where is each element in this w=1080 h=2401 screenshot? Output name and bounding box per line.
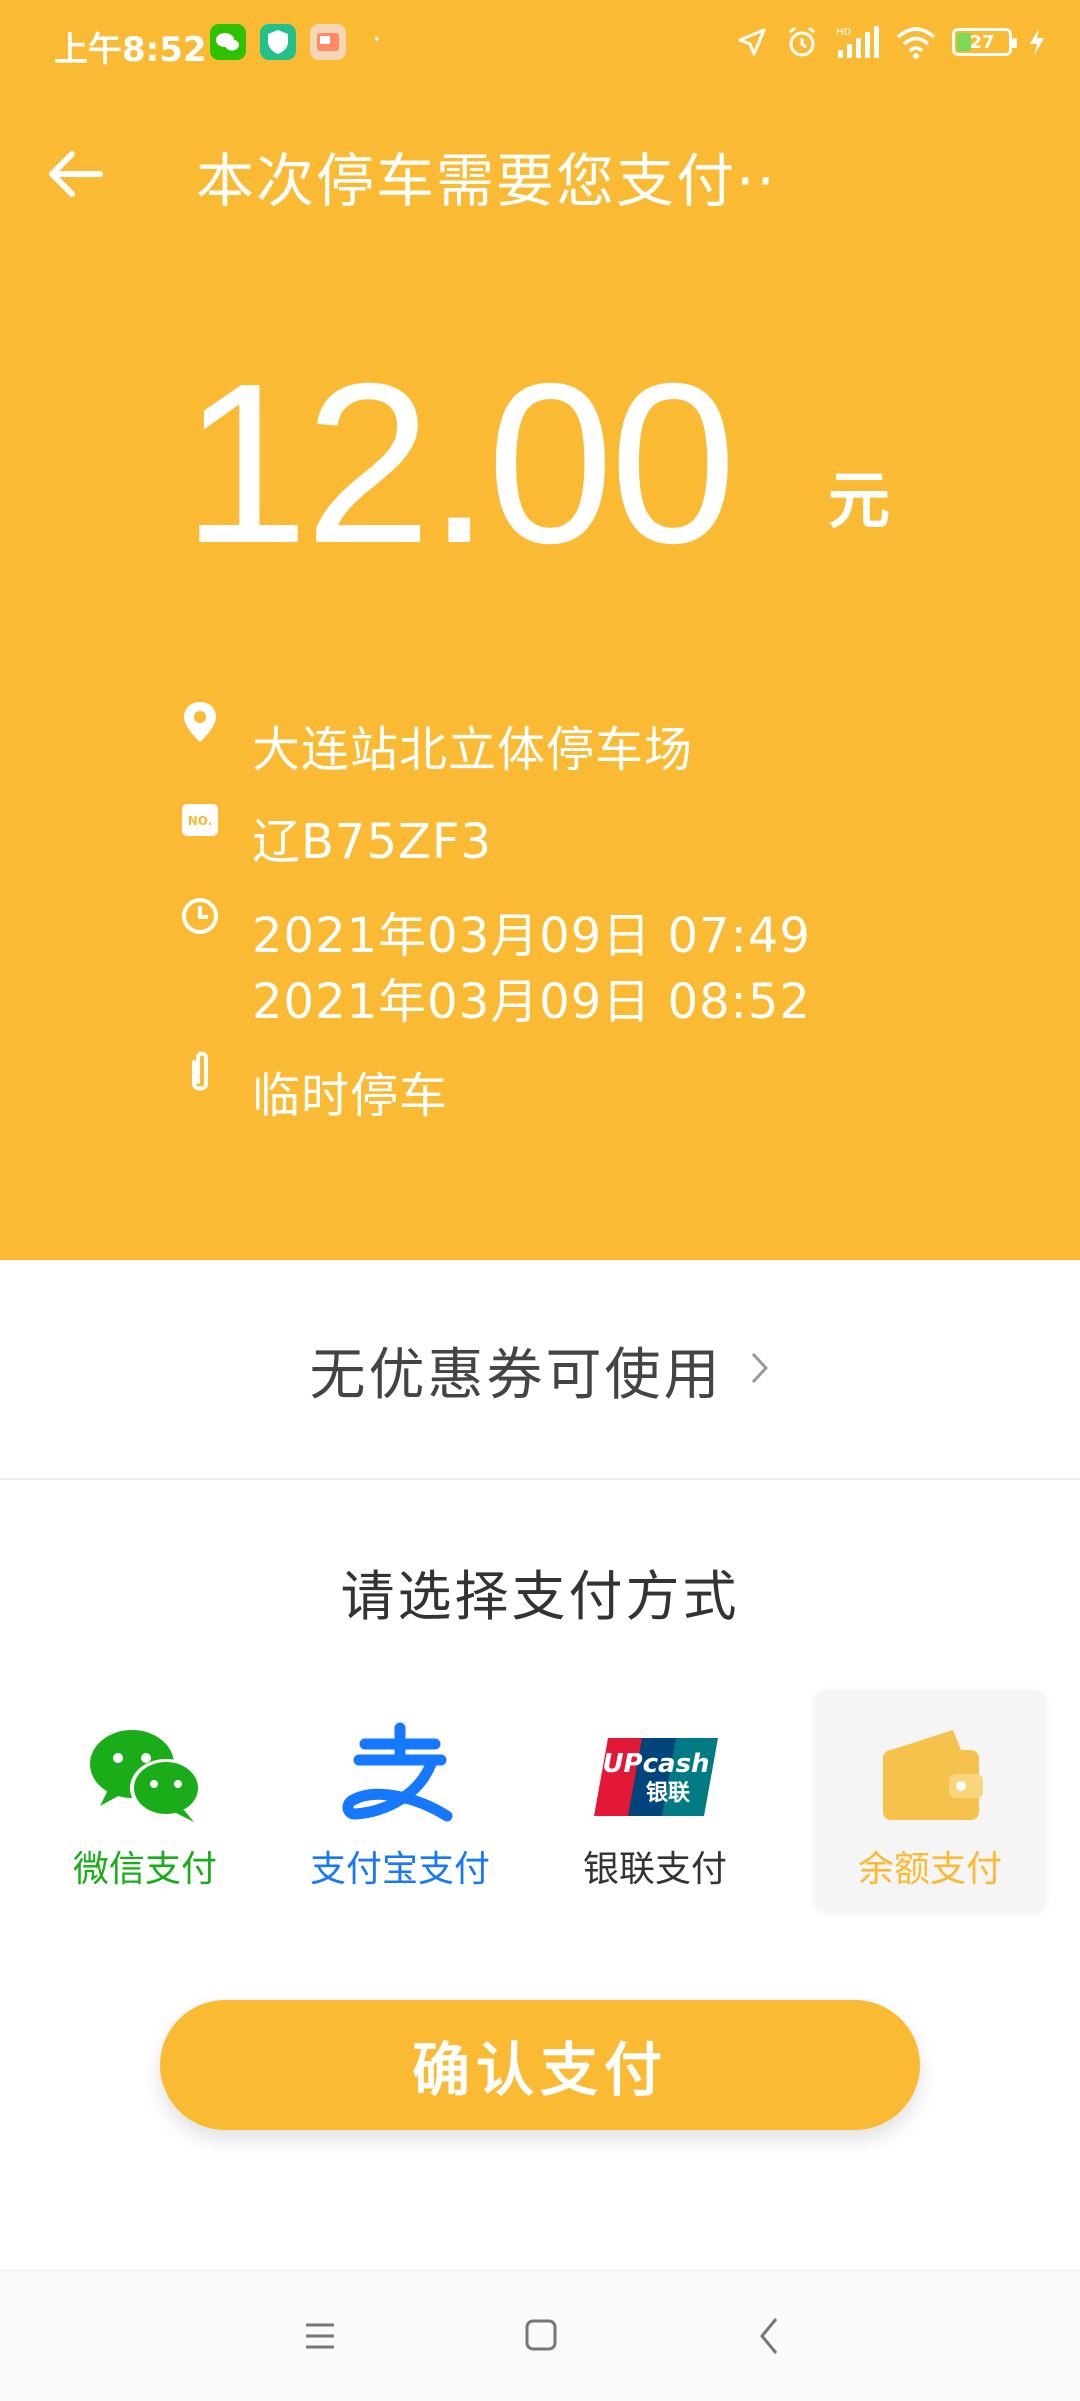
wallet-icon (883, 1730, 983, 1820)
back-arrow-icon (49, 151, 103, 197)
page-title: 本次停车需要您支付·· (196, 147, 777, 215)
balance-pay-label: 余额支付 (857, 1849, 1002, 1890)
alarm-icon (789, 26, 815, 57)
payment-amount: 12.00 (182, 337, 737, 591)
unionpay-icon: UPcash 银联 (594, 1738, 718, 1816)
status-time: 上午8:52 (54, 30, 207, 70)
wifi-icon (896, 27, 936, 59)
paperclip-icon (180, 1050, 220, 1094)
battery-level: 27 (969, 31, 995, 53)
status-overflow-dot: · (372, 22, 382, 57)
shield-notification-icon (260, 24, 296, 60)
license-plate: 辽B75ZF3 (252, 814, 493, 870)
back-button[interactable] (40, 138, 112, 210)
status-bar: 上午8:52 · HD 27 (0, 0, 1080, 90)
alipay-option[interactable]: 支付宝支付 (285, 1690, 515, 1910)
charging-icon (1030, 28, 1044, 56)
home-square-icon (525, 2319, 557, 2351)
unionpay-logo-text: UPcash (602, 1749, 709, 1779)
unionpay-label: 银联支付 (582, 1849, 727, 1890)
location-pin-icon (180, 700, 220, 744)
alipay-icon (342, 1722, 453, 1822)
plate-badge-label: NO. (188, 814, 213, 828)
parking-location: 大连站北立体停车场 (252, 722, 694, 778)
signal-icon: HD (836, 26, 879, 58)
balance-pay-option[interactable]: 余额支付 (815, 1690, 1045, 1910)
unionpay-option[interactable]: UPcash 银联 银联支付 (540, 1690, 770, 1910)
system-nav-bar (0, 2270, 1080, 2401)
divider (0, 1478, 1080, 1480)
entry-time: 2021年03月09日 07:49 (252, 908, 811, 964)
home-nav-button[interactable] (510, 2311, 570, 2361)
parking-type: 临时停车 (252, 1068, 449, 1124)
menu-icon (306, 2323, 334, 2349)
wechat-notification-icon (210, 24, 246, 60)
back-chevron-icon (760, 2318, 778, 2354)
payment-method-title: 请选择支付方式 (340, 1565, 740, 1628)
coupon-label: 无优惠券可使用 (309, 1342, 723, 1408)
back-nav-button[interactable] (740, 2311, 800, 2361)
status-right: HD 27 (736, 22, 1046, 62)
clock-icon (180, 896, 220, 940)
coupon-row[interactable]: 无优惠券可使用 (0, 1290, 1080, 1450)
wechat-pay-option[interactable]: 微信支付 (30, 1690, 260, 1910)
alipay-label: 支付宝支付 (309, 1849, 490, 1890)
exit-time: 2021年03月09日 08:52 (252, 974, 811, 1030)
battery-icon: 27 (952, 28, 1017, 56)
gallery-notification-icon (310, 24, 346, 60)
unionpay-logo-cn: 银联 (646, 1781, 690, 1806)
plate-number-icon: NO. (180, 800, 220, 844)
menu-nav-button[interactable] (290, 2311, 350, 2361)
location-icon (738, 28, 766, 56)
wechat-pay-label: 微信支付 (72, 1849, 217, 1890)
hd-label: HD (836, 27, 852, 38)
currency-unit: 元 (828, 464, 891, 537)
chevron-right-icon (749, 1350, 771, 1390)
confirm-payment-button[interactable]: 确认支付 (160, 2000, 920, 2130)
wechat-pay-icon (90, 1730, 202, 1822)
